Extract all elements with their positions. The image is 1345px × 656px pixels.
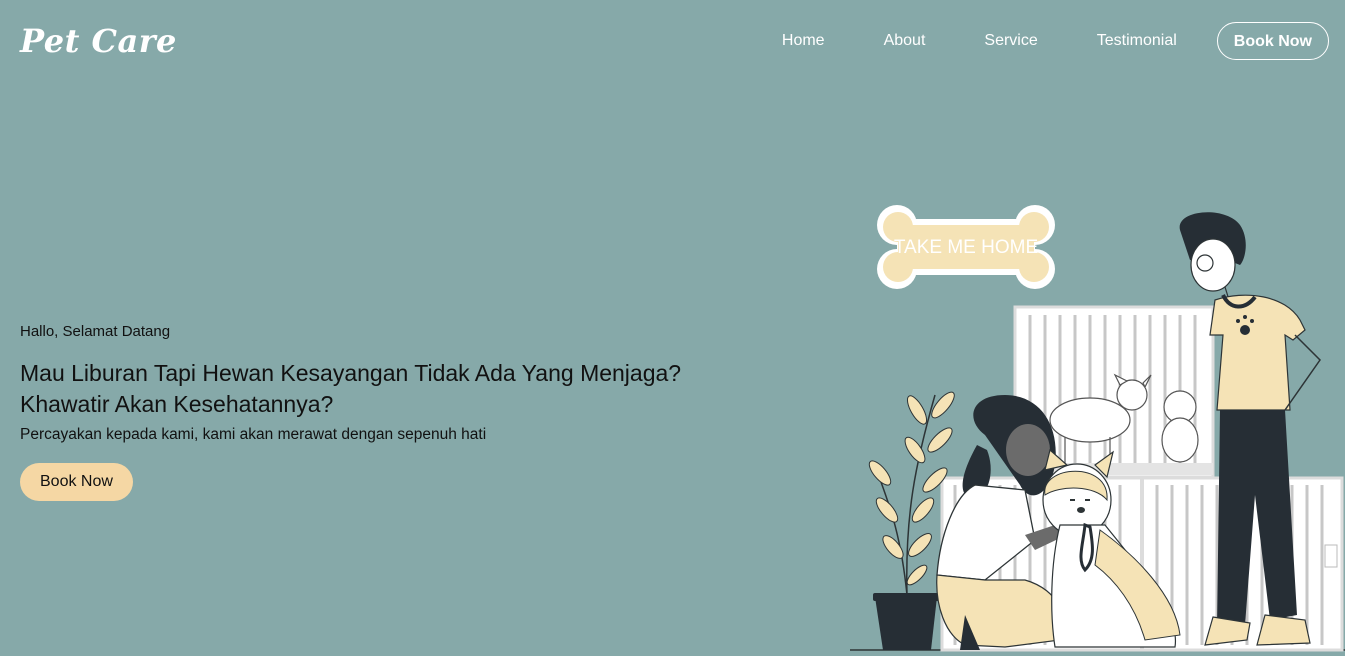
take-me-home-sign: TAKE ME HOME — [877, 205, 1055, 289]
hero-illustration: TAKE ME HOME — [850, 205, 1345, 652]
main-nav: Home About Service Testimonial Book Now — [782, 21, 1329, 61]
hero-headline: Mau Liburan Tapi Hewan Kesayangan Tidak … — [20, 358, 740, 420]
hero-headline-line2: Khawatir Akan Kesehatannya? — [20, 391, 334, 417]
page: Pet Care Home About Service Testimonial … — [0, 0, 1345, 656]
hero-section: Hallo, Selamat Datang Mau Liburan Tapi H… — [20, 323, 740, 501]
sign-text: TAKE ME HOME — [894, 237, 1038, 258]
header-book-now-button[interactable]: Book Now — [1216, 22, 1329, 60]
site-logo[interactable]: Pet Care — [20, 22, 177, 60]
nav-home[interactable]: Home — [782, 21, 825, 61]
hero-greeting: Hallo, Selamat Datang — [20, 323, 171, 340]
nav-service[interactable]: Service — [984, 21, 1037, 61]
nav-about[interactable]: About — [884, 21, 926, 61]
nav-testimonial[interactable]: Testimonial — [1097, 21, 1177, 61]
hero-headline-line1: Mau Liburan Tapi Hewan Kesayangan Tidak … — [20, 360, 682, 386]
hero-subtext: Percayakan kepada kami, kami akan merawa… — [20, 426, 487, 443]
hero-book-now-button[interactable]: Book Now — [20, 463, 133, 501]
